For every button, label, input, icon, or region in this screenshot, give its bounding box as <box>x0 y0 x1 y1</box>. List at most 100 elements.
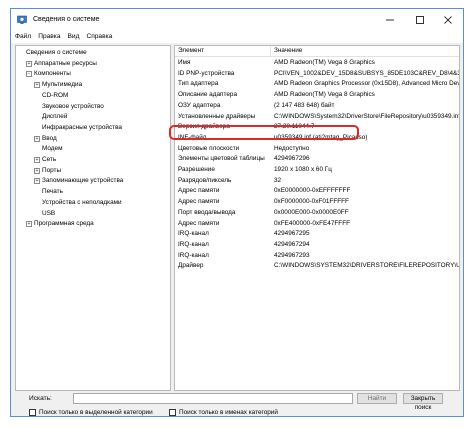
detail-row[interactable]: Цветовые плоскости Недоступно <box>175 144 459 155</box>
tree-item[interactable]: − Компоненты <box>26 69 71 79</box>
tree-item[interactable]: + Запоминающие устройства <box>34 176 123 186</box>
column-header-value[interactable]: Значение <box>274 47 302 54</box>
expand-icon[interactable]: + <box>34 82 40 89</box>
tree-item[interactable]: Модем <box>34 144 63 154</box>
detail-value: C:\WINDOWS\System32\DriverStore\FileRepo… <box>274 112 460 120</box>
tree-item[interactable]: + Программная среда <box>26 219 94 229</box>
tree-item[interactable]: + Аппаратные ресурсы <box>26 59 97 69</box>
detail-element: Адрес памяти <box>178 198 220 206</box>
detail-row[interactable]: ID PNP-устройства PCI\VEN_1002&DEV_15D8&S… <box>175 69 459 80</box>
checkbox-label: Поиск только в именах категорий <box>179 409 278 416</box>
find-input[interactable] <box>73 393 353 404</box>
expand-icon[interactable]: + <box>26 221 32 228</box>
detail-row[interactable]: Разрядов/пиксель 32 <box>175 176 459 187</box>
checkbox-box[interactable] <box>169 409 176 416</box>
collapse-icon[interactable]: − <box>26 71 32 78</box>
minimize-button[interactable] <box>375 9 405 31</box>
category-tree[interactable]: Сведения о системе + Аппаратные ресурсы − Ко… <box>15 45 171 391</box>
tree-item-label: CD-ROM <box>42 91 69 99</box>
tree-item[interactable]: Инфракрасные устройства <box>34 123 122 133</box>
detail-value: (2 147 483 648) байт <box>274 101 335 109</box>
detail-element: Цветовые плоскости <box>178 144 240 152</box>
detail-element: Адрес памяти <box>178 219 220 227</box>
detail-element: Элементы цветовой таблицы <box>178 155 265 163</box>
detail-value: 32 <box>274 176 282 184</box>
detail-row[interactable]: IRQ-канал 4294967293 <box>175 251 459 262</box>
close-find-button[interactable]: Закрыть поиск <box>403 393 443 411</box>
tree-item[interactable]: USB <box>34 209 55 219</box>
detail-element: ID PNP-устройства <box>178 69 235 77</box>
find-bar: Искать: Найти Закрыть поиск Поиск только… <box>11 393 463 417</box>
tree-item-label: Сеть <box>42 156 57 163</box>
detail-row[interactable]: Драйвер C:\WINDOWS\SYSTEM32\DRIVERSTORE\F… <box>175 261 459 272</box>
checkbox-box[interactable] <box>29 409 36 416</box>
tree-item[interactable]: + Ввод <box>34 134 57 144</box>
expand-icon[interactable]: + <box>34 135 40 142</box>
detail-value: 0xF0000000-0xF01FFFFF <box>274 198 349 206</box>
detail-row[interactable]: IRQ-канал 4294967295 <box>175 229 459 240</box>
tree-item-label: Запоминающие устройства <box>42 177 124 185</box>
detail-element: Установленные драйверы <box>178 112 256 120</box>
tree-item-label: Ввод <box>42 134 57 142</box>
search-category-names-checkbox[interactable]: Поиск только в именах категорий <box>169 409 278 416</box>
tree-item[interactable]: Устройства с неполадками <box>34 198 122 208</box>
menu-view[interactable]: Вид <box>68 31 80 43</box>
detail-value: 0xFE400000-0xFE47FFFF <box>274 219 351 227</box>
tree-item-label: Звуковое устройство <box>42 102 104 110</box>
detail-row[interactable]: Порт ввода/вывода 0x0000E000-0x0000E0FF <box>175 208 459 219</box>
detail-value: 0xE0000000-0xEFFFFFFF <box>274 187 351 195</box>
tree-item-label: Порты <box>42 166 62 174</box>
tree-item[interactable]: + Порты <box>34 166 61 176</box>
expand-icon[interactable]: + <box>34 157 40 163</box>
menu-file[interactable]: Файл <box>15 31 31 43</box>
column-header-element[interactable]: Элемент <box>178 47 204 54</box>
detail-row[interactable]: Адрес памяти 0xFE400000-0xFE47FFFF <box>175 219 459 230</box>
detail-value: 4294967295 <box>274 230 310 238</box>
detail-element: Разрешение <box>178 166 215 173</box>
detail-row[interactable]: ОЗУ адаптера (2 147 483 648) байт <box>175 101 459 112</box>
detail-element: Тип адаптера <box>178 80 219 88</box>
tree-item[interactable]: + Сеть <box>34 155 56 165</box>
menu-edit[interactable]: Правка <box>38 31 60 43</box>
tree-item-label: Аппаратные ресурсы <box>34 59 97 67</box>
search-selected-category-checkbox[interactable]: Поиск только в выделенной категории <box>29 409 153 416</box>
detail-element: ОЗУ адаптера <box>178 101 221 109</box>
find-label: Искать: <box>29 395 52 402</box>
tree-item-label: Мультимедиа <box>42 81 83 89</box>
detail-element: IRQ-канал <box>178 251 209 259</box>
maximize-icon <box>416 16 424 24</box>
maximize-button[interactable] <box>405 9 435 31</box>
detail-row[interactable]: Адрес памяти 0xF0000000-0xF01FFFFF <box>175 197 459 208</box>
tree-item[interactable]: + Мультимедиа <box>34 80 82 90</box>
expand-icon[interactable]: + <box>34 178 40 185</box>
detail-element: Драйвер <box>178 262 204 270</box>
detail-element: IRQ-канал <box>178 230 209 238</box>
detail-value: 4294967296 <box>274 155 310 163</box>
detail-row[interactable]: Описание адаптера AMD Radeon(TM) Vega 8 G… <box>175 90 459 101</box>
close-window-button[interactable] <box>433 9 463 31</box>
detail-row[interactable]: Установленные драйверы C:\WINDOWS\System3… <box>175 112 459 123</box>
tree-item[interactable]: Дисплей <box>34 112 67 122</box>
expand-icon[interactable]: + <box>34 167 40 174</box>
detail-row[interactable]: Адрес памяти 0xE0000000-0xEFFFFFFF <box>175 186 459 197</box>
find-button[interactable]: Найти <box>357 393 397 404</box>
detail-row[interactable]: IRQ-канал 4294967294 <box>175 240 459 251</box>
detail-row[interactable]: Элементы цветовой таблицы 4294967296 <box>175 154 459 165</box>
details-list[interactable]: Элемент Значение Имя AMD Radeon(TM) Vega … <box>174 45 460 391</box>
menu-bar: Файл Правка Вид Справка <box>11 31 463 43</box>
tree-item[interactable]: Печать <box>34 187 63 197</box>
column-divider[interactable] <box>270 46 271 57</box>
tree-item[interactable]: Сведения о системе <box>18 48 87 58</box>
tree-item[interactable]: Звуковое устройство <box>34 102 104 112</box>
menu-help[interactable]: Справка <box>86 31 112 43</box>
tree-item[interactable]: CD-ROM <box>34 91 68 101</box>
tree-item-label: Сведения о системе <box>26 49 87 56</box>
title-bar[interactable]: Сведения о системе <box>11 9 463 31</box>
detail-row[interactable]: Имя AMD Radeon(TM) Vega 8 Graphics <box>175 58 459 69</box>
tree-item-label: Инфракрасные устройства <box>42 123 122 131</box>
tree-item-label: Дисплей <box>42 113 68 121</box>
detail-value: Недоступно <box>274 144 310 152</box>
detail-row[interactable]: Тип адаптера AMD Radeon Graphics Processo… <box>175 79 459 90</box>
detail-row[interactable]: Разрешение 1920 x 1080 x 60 Гц <box>175 165 459 176</box>
expand-icon[interactable]: + <box>26 60 32 67</box>
